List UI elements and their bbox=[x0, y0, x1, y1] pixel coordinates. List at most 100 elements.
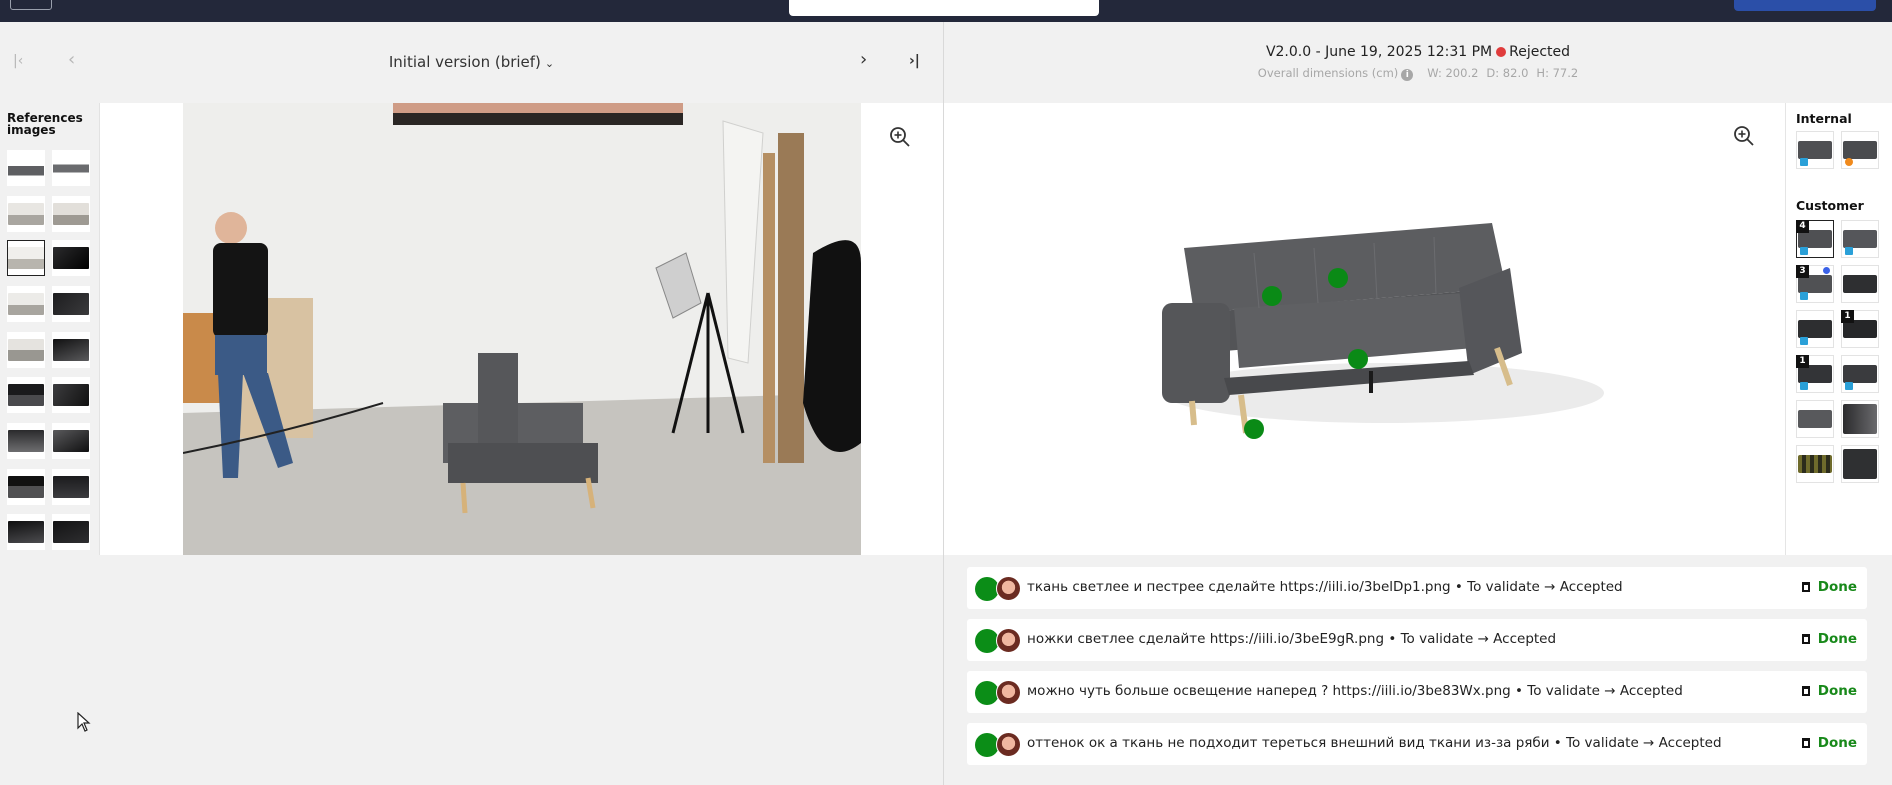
primary-action-button[interactable] bbox=[1734, 0, 1876, 11]
render-viewer bbox=[944, 103, 1785, 555]
dimension-height: H: 77.2 bbox=[1536, 66, 1579, 80]
customer-thumbnail[interactable]: 1 bbox=[1841, 310, 1879, 348]
comment-text: ткань светлее и пестрее сделайте https:/… bbox=[1027, 579, 1623, 595]
references-title: References images bbox=[7, 111, 83, 137]
annotation-marker[interactable] bbox=[1348, 349, 1368, 369]
customer-thumbnail[interactable] bbox=[1796, 310, 1834, 348]
reference-thumbnail[interactable] bbox=[52, 514, 90, 550]
reference-thumbnail[interactable] bbox=[7, 423, 45, 459]
status-done[interactable]: Done bbox=[1801, 631, 1857, 647]
reference-thumbnail[interactable] bbox=[7, 469, 45, 505]
next-version-button[interactable]: › bbox=[860, 50, 867, 70]
reference-thumbnail[interactable] bbox=[52, 240, 90, 276]
dimension-width: W: 200.2 bbox=[1427, 66, 1479, 80]
avatar bbox=[996, 680, 1021, 705]
tag-icon bbox=[1845, 247, 1853, 255]
internal-title: Internal bbox=[1796, 111, 1852, 126]
status-label: Rejected bbox=[1509, 44, 1571, 60]
customer-thumbnail[interactable] bbox=[1841, 400, 1879, 438]
reference-thumbnail[interactable] bbox=[52, 196, 90, 232]
avatar bbox=[996, 628, 1021, 653]
avatar bbox=[996, 576, 1021, 601]
dimensions-label: Overall dimensions (cm) bbox=[1257, 66, 1399, 80]
references-column: References images bbox=[0, 103, 100, 555]
reference-thumbnail[interactable] bbox=[52, 286, 90, 322]
comment-text: оттенок ок а ткань не подходит тереться … bbox=[1027, 735, 1722, 751]
comment-item[interactable]: ткань светлее и пестрее сделайте https:/… bbox=[967, 567, 1867, 609]
dimensions-row: Overall dimensions (cm) i W: 200.2 D: 82.0 H… bbox=[944, 66, 1892, 81]
version-select[interactable]: Initial version (brief) ⌄ bbox=[0, 53, 943, 71]
annotation-marker[interactable] bbox=[1262, 286, 1282, 306]
status-label: Done bbox=[1817, 735, 1857, 751]
reference-thumbnail[interactable] bbox=[52, 332, 90, 368]
customer-thumbnail[interactable] bbox=[1841, 445, 1879, 483]
reference-thumbnail[interactable] bbox=[7, 377, 45, 413]
internal-thumbnail[interactable] bbox=[1841, 131, 1879, 169]
version-header: V2.0.0 - June 19, 2025 12:31 PM Rejected bbox=[944, 44, 1892, 60]
zoom-in-icon[interactable] bbox=[1733, 125, 1755, 147]
customer-thumbnail[interactable]: 3 bbox=[1796, 265, 1834, 303]
version-select-label: Initial version (brief) bbox=[388, 53, 541, 71]
zoom-in-icon[interactable] bbox=[889, 126, 911, 148]
reference-thumbnail[interactable] bbox=[52, 377, 90, 413]
info-icon[interactable]: i bbox=[1401, 69, 1414, 81]
internal-thumbnail[interactable] bbox=[1796, 131, 1834, 169]
customer-thumbnail[interactable] bbox=[1841, 220, 1879, 258]
reference-thumbnail-selected[interactable] bbox=[7, 240, 45, 276]
dimension-depth: D: 82.0 bbox=[1486, 66, 1529, 80]
reference-thumbnail[interactable] bbox=[7, 196, 45, 232]
customer-thumbnail[interactable] bbox=[1841, 265, 1879, 303]
last-version-button[interactable]: ›| bbox=[909, 51, 920, 71]
status-label: Done bbox=[1817, 683, 1857, 699]
version-info: V2.0.0 - June 19, 2025 12:31 PM bbox=[1265, 44, 1493, 60]
avatar bbox=[996, 732, 1021, 757]
reference-thumbnail[interactable] bbox=[7, 514, 45, 550]
status-label: Done bbox=[1817, 579, 1857, 595]
status-done[interactable]: Done bbox=[1801, 735, 1857, 751]
trash-icon[interactable] bbox=[1801, 686, 1810, 696]
comment-text: можно чуть больше освещение наперед ? ht… bbox=[1027, 683, 1683, 699]
menu-button[interactable] bbox=[10, 0, 52, 10]
trash-icon[interactable] bbox=[1801, 582, 1810, 592]
comment-count-badge: 1 bbox=[1796, 355, 1809, 368]
annotation-marker[interactable] bbox=[1244, 419, 1264, 439]
comment-item[interactable]: ножки светлее сделайте https://iili.io/3… bbox=[967, 619, 1867, 661]
search-input[interactable] bbox=[789, 0, 1099, 16]
comment-item[interactable]: можно чуть больше освещение наперед ? ht… bbox=[967, 671, 1867, 713]
comment-item[interactable]: оттенок ок а ткань не подходит тереться … bbox=[967, 723, 1867, 765]
status-dot bbox=[1496, 47, 1507, 57]
customer-thumbnail[interactable] bbox=[1796, 445, 1834, 483]
tag-icon bbox=[1800, 292, 1808, 300]
reference-thumbnail[interactable] bbox=[52, 150, 90, 186]
chevron-down-icon: ⌄ bbox=[544, 57, 555, 70]
reference-thumbnail[interactable] bbox=[7, 332, 45, 368]
customer-title: Customer bbox=[1796, 198, 1864, 213]
reference-thumbnail[interactable] bbox=[7, 150, 45, 186]
status-done[interactable]: Done bbox=[1801, 683, 1857, 699]
comment-count-badge: 4 bbox=[1796, 220, 1809, 233]
trash-icon[interactable] bbox=[1801, 634, 1810, 644]
mouse-cursor-icon bbox=[77, 712, 91, 732]
comment-count-badge: 1 bbox=[1841, 310, 1854, 323]
tag-icon bbox=[1800, 247, 1808, 255]
customer-thumbnail[interactable] bbox=[1841, 355, 1879, 393]
comment-count-badge: 3 bbox=[1796, 265, 1809, 278]
reference-thumbnail[interactable] bbox=[52, 469, 90, 505]
blender-icon bbox=[1845, 158, 1853, 166]
trash-icon[interactable] bbox=[1801, 738, 1810, 748]
annotation-marker[interactable] bbox=[1328, 268, 1348, 288]
reference-photo bbox=[183, 103, 861, 555]
tag-icon bbox=[1800, 337, 1808, 345]
reference-image-viewer bbox=[100, 103, 943, 555]
reference-thumbnail[interactable] bbox=[7, 286, 45, 322]
versions-side-column: Internal Customer 4 3 1 1 bbox=[1785, 103, 1892, 555]
top-bar bbox=[0, 0, 1892, 22]
unread-dot bbox=[1823, 267, 1830, 274]
status-done[interactable]: Done bbox=[1801, 579, 1857, 595]
customer-thumbnail[interactable] bbox=[1796, 400, 1834, 438]
reference-thumbnail[interactable] bbox=[52, 423, 90, 459]
customer-thumbnail[interactable]: 1 bbox=[1796, 355, 1834, 393]
version-navigation: |‹ ‹ Initial version (brief) ⌄ › ›| bbox=[0, 22, 943, 103]
status-label: Done bbox=[1817, 631, 1857, 647]
customer-thumbnail-selected[interactable]: 4 bbox=[1796, 220, 1834, 258]
